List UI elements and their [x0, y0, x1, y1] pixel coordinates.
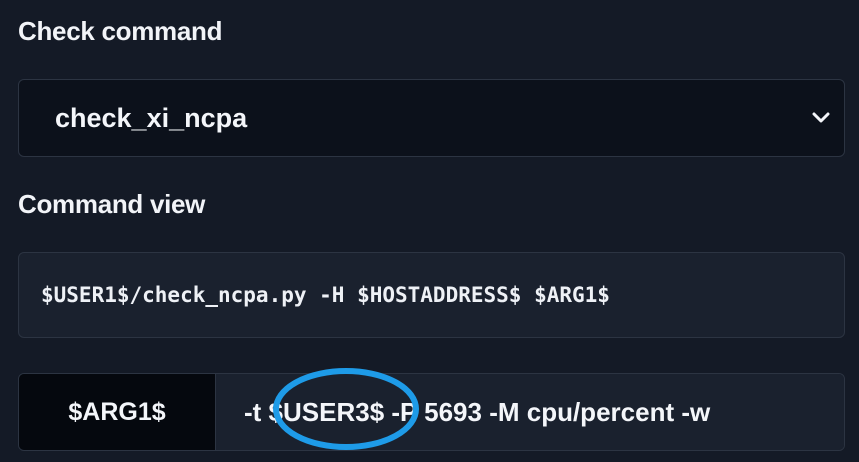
command-view-box: $USER1$/check_ncpa.py -H $HOSTADDRESS$ $… [18, 252, 845, 338]
argument-name: $ARG1$ [19, 374, 216, 450]
argument-row: $ARG1$ -t $USER3$ -P 5693 -M cpu/percent… [18, 373, 845, 451]
command-view-label: Command view [18, 189, 206, 219]
command-view-text: $USER1$/check_ncpa.py -H $HOSTADDRESS$ $… [41, 283, 610, 307]
argument-value-input[interactable]: -t $USER3$ -P 5693 -M cpu/percent -w [216, 374, 844, 450]
check-command-selected-value: check_xi_ncpa [55, 102, 248, 133]
check-command-select[interactable]: check_xi_ncpa [18, 79, 845, 157]
chevron-down-icon [812, 112, 830, 123]
check-command-label: Check command [18, 16, 223, 46]
argument-value-text: -t $USER3$ -P 5693 -M cpu/percent -w [244, 396, 711, 427]
